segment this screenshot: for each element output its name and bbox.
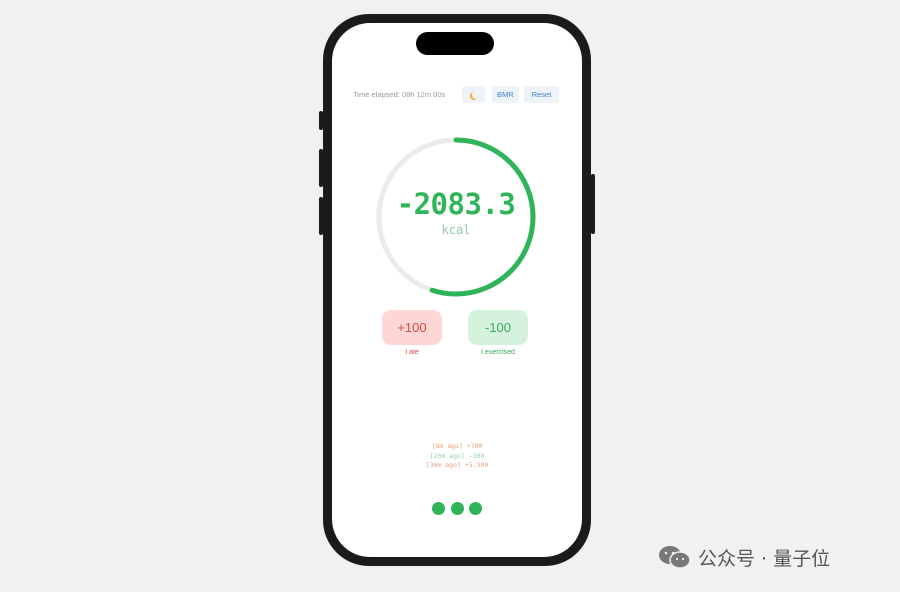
calorie-ring: -2083.3 kcal	[374, 135, 538, 299]
dot-icon	[469, 502, 482, 515]
log-entry: [8m ago] +700	[431, 442, 483, 450]
moon-icon	[472, 91, 480, 99]
wechat-icon	[658, 545, 692, 569]
exercised-label: I exercised	[481, 349, 515, 356]
calorie-unit: kcal	[441, 223, 471, 237]
watermark: 公众号 · 量子位	[658, 545, 831, 570]
exercised-button[interactable]: -100	[468, 310, 528, 345]
theme-toggle-button[interactable]	[462, 86, 485, 103]
dot-icon	[432, 502, 445, 515]
power-button	[591, 174, 595, 234]
stage: Time elapsed: 08h 12m 00s BMR Reset -208…	[0, 0, 900, 592]
dot-icon	[450, 502, 464, 515]
app-screen: Time elapsed: 08h 12m 00s BMR Reset -208…	[332, 23, 582, 557]
more-menu-button[interactable]	[432, 502, 482, 516]
log-entry: [20m ago] -300	[429, 451, 485, 460]
watermark-text: 公众号 · 量子位	[698, 547, 831, 570]
volume-down-button	[319, 197, 323, 235]
volume-up-button	[319, 149, 323, 187]
header-bar: Time elapsed: 08h 12m 00s BMR Reset	[332, 86, 582, 104]
calorie-value: -2083.3	[396, 187, 516, 221]
action-button	[319, 111, 323, 130]
reset-button[interactable]: Reset	[524, 86, 559, 103]
ate-button[interactable]: +100	[382, 310, 442, 345]
activity-log: [8m ago] +700 [20m ago] -300 [30m ago] +5,…	[332, 442, 582, 471]
bmr-button[interactable]: BMR	[492, 86, 519, 103]
phone-frame: Time elapsed: 08h 12m 00s BMR Reset -208…	[319, 14, 595, 566]
log-entry: [30m ago] +5,300	[425, 461, 489, 469]
dynamic-island	[416, 32, 494, 55]
ate-label: I ate	[405, 349, 419, 356]
time-elapsed: Time elapsed: 08h 12m 00s	[353, 90, 446, 99]
